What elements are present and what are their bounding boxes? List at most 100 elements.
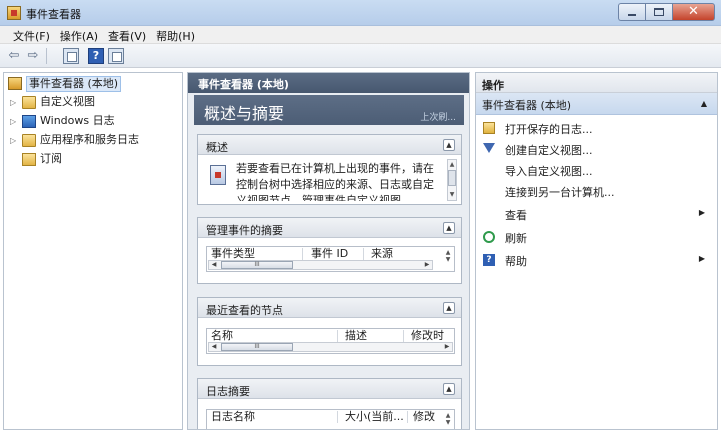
actions-title: 操作 xyxy=(482,79,504,92)
scroll-thumb[interactable]: III xyxy=(221,261,293,269)
action-label: 导入自定义视图... xyxy=(505,165,593,178)
action-label: 查看 xyxy=(505,209,527,222)
tree-item-custom-views[interactable]: ▷ 自定义视图 xyxy=(4,94,182,112)
column-header[interactable]: 事件类型 xyxy=(211,248,255,260)
navigation-tree: 事件查看器 (本地) ▷ 自定义视图 ▷ Windows 日志 ▷ 应用程序和服… xyxy=(3,72,183,430)
expand-arrow-icon[interactable]: ▷ xyxy=(10,134,18,148)
filter-icon xyxy=(483,143,495,153)
column-header[interactable]: 修改时 xyxy=(411,330,444,342)
close-button[interactable]: ✕ xyxy=(672,3,715,21)
action-label: 打开保存的日志... xyxy=(505,123,593,136)
window-controls: ✕ xyxy=(618,3,715,21)
actions-pane: 操作 事件查看器 (本地) ▲ 打开保存的日志... 创建自定义视图... 导入… xyxy=(475,72,718,430)
scroll-right-icon[interactable]: ▶ xyxy=(423,261,431,269)
help-icon[interactable]: ? xyxy=(88,48,104,64)
submenu-arrow-icon: ▶ xyxy=(698,208,705,217)
scroll-left-icon[interactable]: ◀ xyxy=(210,343,218,351)
section-header[interactable]: 管理事件的摘要 ▲ xyxy=(198,218,461,238)
action-connect-computer[interactable]: 连接到另一台计算机... xyxy=(476,181,717,201)
expand-arrow-icon[interactable]: ▷ xyxy=(10,115,18,129)
tree-item-windows-logs[interactable]: ▷ Windows 日志 xyxy=(4,113,182,131)
menu-view[interactable]: 查看(V) xyxy=(103,26,151,43)
subscription-icon xyxy=(22,153,36,166)
menu-bar: 文件(F) 操作(A) 查看(V) 帮助(H) xyxy=(0,26,721,44)
action-create-custom-view[interactable]: 创建自定义视图... xyxy=(476,139,717,159)
column-header[interactable]: 日志名称 xyxy=(211,411,255,423)
scroll-up-icon[interactable]: ▲ xyxy=(448,161,456,169)
collapse-icon[interactable]: ▲ xyxy=(443,302,455,314)
column-header[interactable]: 修改 xyxy=(413,411,435,423)
center-pane-header: 事件查看器 (本地) xyxy=(188,73,469,93)
action-help[interactable]: ? 帮助 ▶ xyxy=(476,250,717,270)
scroll-thumb[interactable] xyxy=(448,170,456,186)
section-title: 概述 xyxy=(206,141,228,154)
action-label: 帮助 xyxy=(505,255,527,268)
vertical-scrollbar[interactable]: ▲ ▼ xyxy=(447,159,457,201)
column-divider[interactable] xyxy=(302,248,303,260)
collapse-icon[interactable]: ▲ xyxy=(443,383,455,395)
tree-item-subscriptions[interactable]: 订阅 xyxy=(4,151,182,169)
close-icon: ✕ xyxy=(688,4,699,19)
help-icon: ? xyxy=(483,254,495,266)
column-header[interactable]: 名称 xyxy=(211,330,233,342)
forward-arrow-icon[interactable]: ⇨ xyxy=(25,48,41,64)
horizontal-scrollbar[interactable]: ◀ III ▶ xyxy=(208,342,453,352)
event-viewer-icon xyxy=(8,77,22,90)
submenu-arrow-icon: ▶ xyxy=(698,254,705,263)
collapse-icon[interactable]: ▲ xyxy=(443,139,455,151)
section-overview: 概述 ▲ 若要查看已在计算机上出现的事件，请在控制台树中选择相应的来源、日志或自… xyxy=(197,134,462,205)
column-header[interactable]: 来源 xyxy=(371,248,393,260)
expand-arrow-icon[interactable]: ▷ xyxy=(10,96,18,110)
action-import-custom-view[interactable]: 导入自定义视图... xyxy=(476,160,717,180)
section-header[interactable]: 日志摘要 ▲ xyxy=(198,379,461,399)
column-divider[interactable] xyxy=(337,330,338,342)
column-divider[interactable] xyxy=(363,248,364,260)
scroll-left-icon[interactable]: ◀ xyxy=(210,261,218,269)
maximize-button[interactable] xyxy=(645,3,672,21)
action-label: 刷新 xyxy=(505,232,527,245)
column-header[interactable]: 事件 ID xyxy=(311,248,348,260)
show-hide-action-pane-icon[interactable] xyxy=(108,48,124,64)
section-admin-events: 管理事件的摘要 ▲ 事件类型 事件 ID 来源 ▲ ▼ ◀ III ▶ xyxy=(197,217,462,284)
minimize-button[interactable] xyxy=(618,3,645,21)
overview-banner: 概述与摘要 上次刷... xyxy=(194,95,464,125)
column-header[interactable]: 大小(当前... xyxy=(345,411,404,423)
tree-item-app-service-logs[interactable]: ▷ 应用程序和服务日志 xyxy=(4,132,182,150)
action-view[interactable]: 查看 ▶ xyxy=(476,204,717,224)
table-scroll-arrows[interactable]: ▲ ▼ xyxy=(444,249,452,269)
action-refresh[interactable]: 刷新 xyxy=(476,227,717,247)
last-refreshed-link[interactable]: 上次刷... xyxy=(420,110,456,123)
column-divider[interactable] xyxy=(337,411,338,423)
action-open-saved-log[interactable]: 打开保存的日志... xyxy=(476,118,717,138)
back-arrow-icon[interactable]: ⇦ xyxy=(6,48,22,64)
scroll-right-icon[interactable]: ▶ xyxy=(443,343,451,351)
toolbar-separator xyxy=(46,48,47,64)
menu-action[interactable]: 操作(A) xyxy=(55,26,103,43)
column-header[interactable]: 描述 xyxy=(345,330,367,342)
section-log-summary: 日志摘要 ▲ 日志名称 大小(当前... 修改 ▲ ▼ xyxy=(197,378,462,429)
scroll-down-icon[interactable]: ▼ xyxy=(448,191,456,199)
show-hide-tree-icon[interactable] xyxy=(63,48,79,64)
title-bar: 事件查看器 ✕ xyxy=(0,0,721,26)
tree-item-event-viewer-local[interactable]: 事件查看器 (本地) xyxy=(4,75,182,93)
menu-file[interactable]: 文件(F) xyxy=(8,26,55,43)
menu-help[interactable]: 帮助(H) xyxy=(151,26,200,43)
section-title: 最近查看的节点 xyxy=(206,304,283,317)
collapse-icon[interactable]: ▲ xyxy=(443,222,455,234)
scroll-thumb[interactable]: III xyxy=(221,343,293,351)
log-summary-table: 日志名称 大小(当前... 修改 ▲ ▼ xyxy=(206,409,455,429)
column-divider[interactable] xyxy=(407,411,408,423)
table-scroll-arrows[interactable]: ▲ ▼ xyxy=(444,412,452,429)
folder-icon xyxy=(22,134,36,147)
collapse-icon[interactable]: ▲ xyxy=(701,99,707,108)
section-header[interactable]: 最近查看的节点 ▲ xyxy=(198,298,461,318)
horizontal-scrollbar[interactable]: ◀ III ▶ xyxy=(208,260,433,270)
section-header[interactable]: 概述 ▲ xyxy=(198,135,461,155)
action-label: 创建自定义视图... xyxy=(505,144,593,157)
column-divider[interactable] xyxy=(403,330,404,342)
tree-item-label: 自定义视图 xyxy=(40,95,95,108)
section-title: 日志摘要 xyxy=(206,385,250,398)
section-title: 管理事件的摘要 xyxy=(206,224,283,237)
section-recent-nodes: 最近查看的节点 ▲ 名称 描述 修改时 ◀ III ▶ xyxy=(197,297,462,366)
actions-group-event-viewer[interactable]: 事件查看器 (本地) ▲ xyxy=(476,93,717,115)
